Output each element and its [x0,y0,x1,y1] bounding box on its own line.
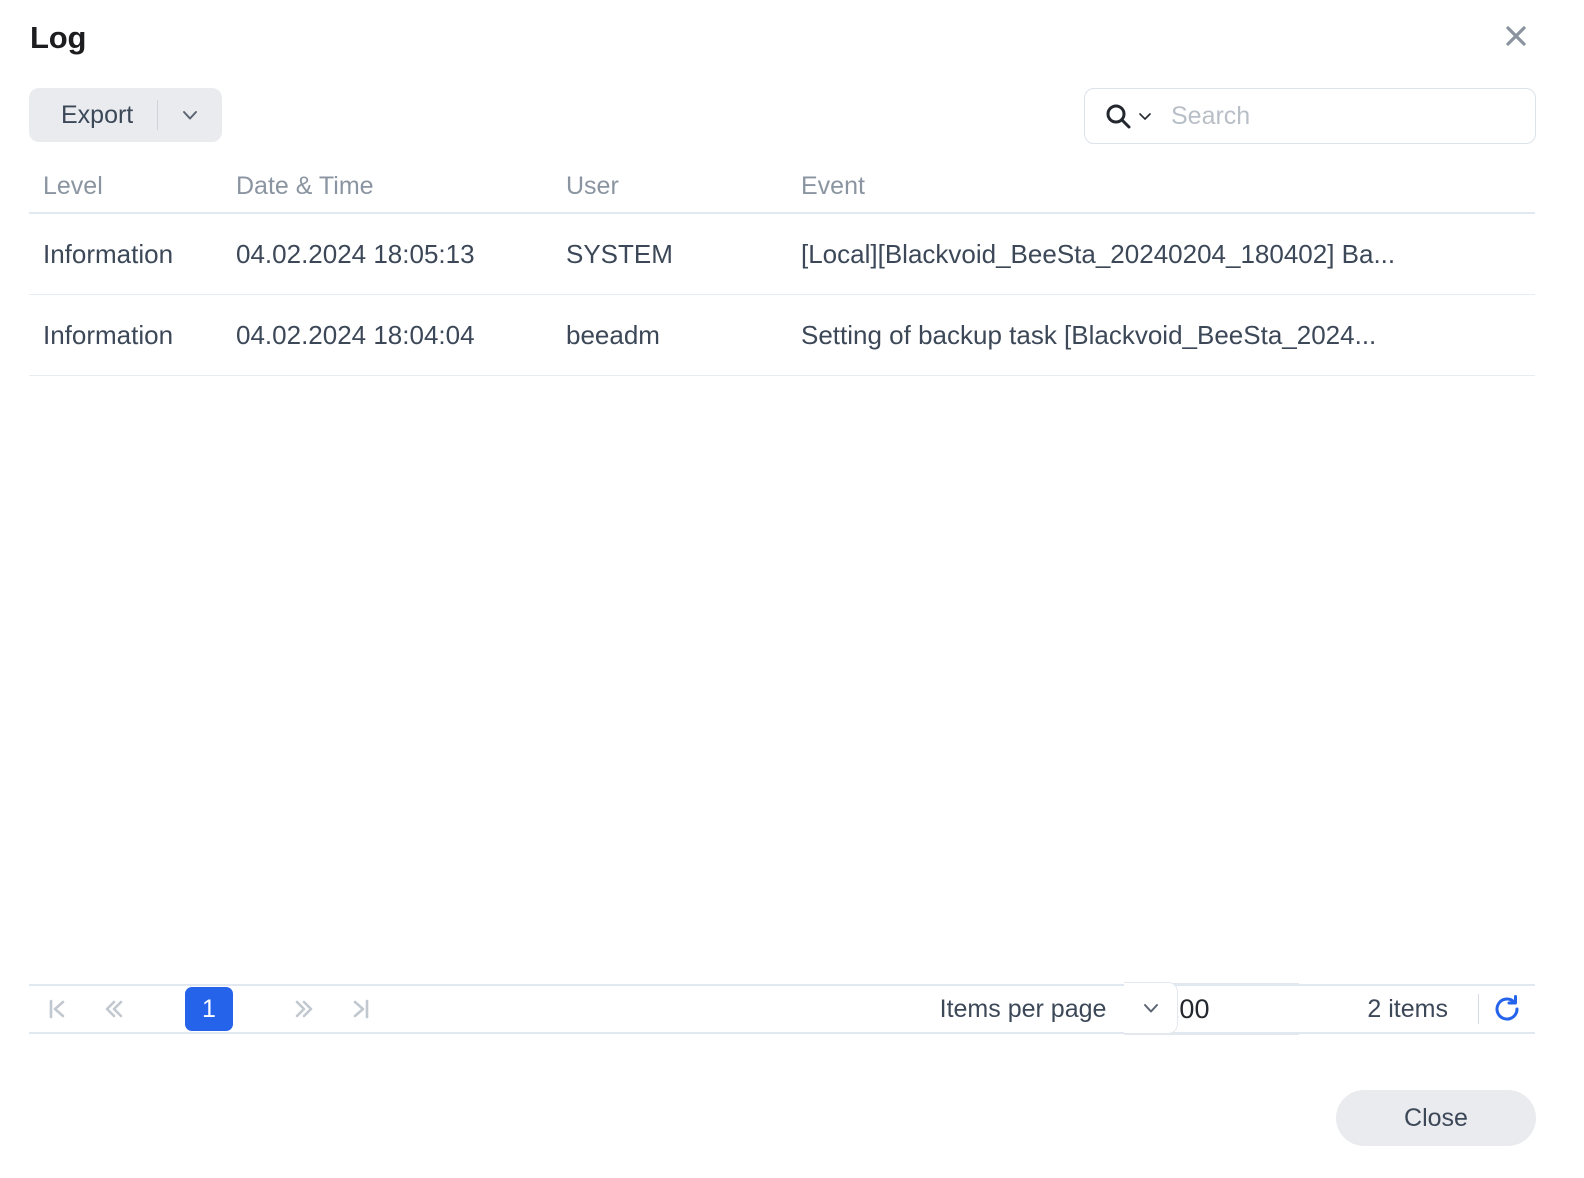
last-page-icon[interactable] [333,984,389,1034]
pagination-controls: 1 [29,984,389,1034]
cell-level: Information [29,239,236,270]
items-per-page-label: Items per page [940,995,1107,1024]
items-per-page-select[interactable]: 100 [1124,983,1299,1035]
column-header-event[interactable]: Event [801,172,1535,201]
first-page-icon[interactable] [29,984,85,1034]
export-button-label: Export [29,103,157,128]
log-dialog: Log Export [0,0,1584,1178]
items-count: 2 items [1367,995,1448,1024]
page-title: Log [30,20,86,56]
chevron-down-icon[interactable] [1124,982,1178,1034]
page-number-1[interactable]: 1 [185,987,233,1031]
column-header-user[interactable]: User [566,172,801,201]
pagination-options: Items per page 100 2 items [940,983,1535,1035]
cell-user: SYSTEM [566,239,801,270]
search-box[interactable] [1084,88,1536,144]
chevron-down-icon[interactable] [158,88,222,142]
previous-page-icon[interactable] [85,984,141,1034]
pagination-bar: 1 Items per page [29,984,1535,1034]
cell-event: Setting of backup task [Blackvoid_BeeSta… [801,320,1535,351]
search-icon[interactable] [1085,101,1165,131]
export-button[interactable]: Export [29,88,222,142]
log-table: Level Date & Time User Event Information… [29,160,1535,376]
column-header-level[interactable]: Level [29,172,236,201]
cell-date: 04.02.2024 18:05:13 [236,239,566,270]
column-header-date[interactable]: Date & Time [236,172,566,201]
toolbar: Export [0,88,1584,144]
next-page-icon[interactable] [277,984,333,1034]
chevron-down-icon [1135,106,1155,126]
close-icon[interactable] [1496,16,1536,56]
table-header-row: Level Date & Time User Event [29,160,1535,214]
cell-level: Information [29,320,236,351]
cell-user: beeadm [566,320,801,351]
cell-date: 04.02.2024 18:04:04 [236,320,566,351]
table-row[interactable]: Information 04.02.2024 18:05:13 SYSTEM [… [29,214,1535,295]
table-row[interactable]: Information 04.02.2024 18:04:04 beeadm S… [29,295,1535,376]
refresh-icon[interactable] [1479,984,1535,1034]
search-input[interactable] [1165,89,1535,143]
cell-event: [Local][Blackvoid_BeeSta_20240204_180402… [801,239,1535,270]
close-button[interactable]: Close [1336,1090,1536,1146]
